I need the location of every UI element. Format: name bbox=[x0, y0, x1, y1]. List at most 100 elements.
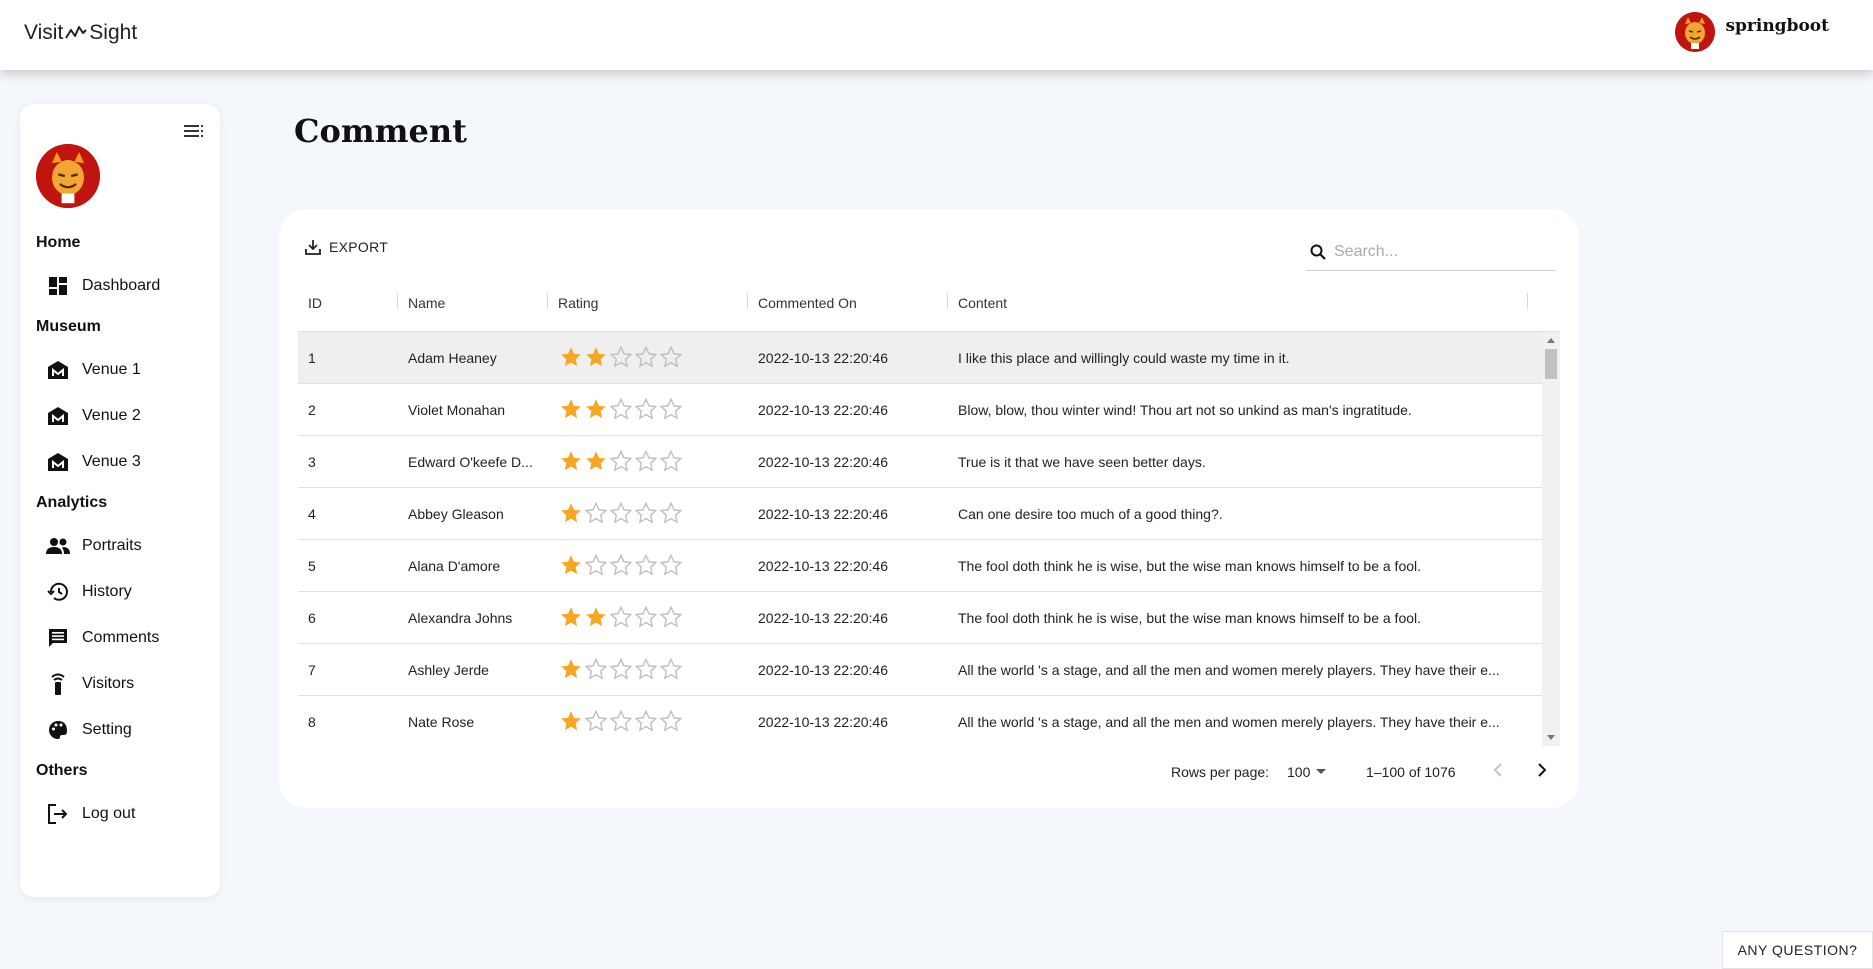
brand-logo[interactable]: Visit Sight bbox=[24, 21, 137, 45]
column-header-rating[interactable]: Rating bbox=[558, 295, 598, 311]
star-empty-icon[interactable] bbox=[609, 554, 633, 576]
rating-stars[interactable] bbox=[559, 450, 683, 472]
table-row[interactable]: 4 Abbey Gleason 2022-10-13 22:20:46 Can one… bbox=[298, 488, 1542, 540]
rating-stars[interactable] bbox=[559, 710, 683, 732]
avatar[interactable] bbox=[1675, 12, 1716, 52]
star-empty-icon[interactable] bbox=[659, 658, 683, 680]
export-button[interactable]: EXPORT bbox=[305, 239, 388, 255]
column-header-content[interactable]: Content bbox=[958, 295, 1007, 311]
sidebar-item-label: Comments bbox=[82, 629, 160, 646]
star-filled-icon[interactable] bbox=[559, 346, 583, 368]
star-empty-icon[interactable] bbox=[584, 502, 608, 524]
column-separator[interactable] bbox=[947, 293, 948, 309]
column-separator[interactable] bbox=[1527, 293, 1528, 309]
column-separator[interactable] bbox=[397, 293, 398, 309]
sidebar-item-logout[interactable]: Log out bbox=[46, 802, 135, 826]
user-menu[interactable]: springboot bbox=[1675, 12, 1829, 52]
previous-page-button[interactable] bbox=[1489, 760, 1509, 783]
sidebar-item-dashboard[interactable]: Dashboard bbox=[46, 274, 160, 298]
star-empty-icon[interactable] bbox=[634, 346, 658, 368]
star-filled-icon[interactable] bbox=[584, 398, 608, 420]
any-question-button[interactable]: ANY QUESTION? bbox=[1722, 931, 1873, 969]
vertical-scrollbar[interactable] bbox=[1542, 332, 1560, 746]
table-row[interactable]: 3 Edward O'keefe D... 2022-10-13 22:20:46 T… bbox=[298, 436, 1542, 488]
column-header-id[interactable]: ID bbox=[308, 295, 322, 311]
star-empty-icon[interactable] bbox=[659, 346, 683, 368]
star-empty-icon[interactable] bbox=[659, 606, 683, 628]
star-empty-icon[interactable] bbox=[634, 658, 658, 680]
star-filled-icon[interactable] bbox=[559, 502, 583, 524]
table-row[interactable]: 6 Alexandra Johns 2022-10-13 22:20:46 The f… bbox=[298, 592, 1542, 644]
column-separator[interactable] bbox=[747, 293, 748, 309]
star-filled-icon[interactable] bbox=[559, 398, 583, 420]
sidebar-item-comments[interactable]: Comments bbox=[46, 626, 159, 650]
search-input[interactable] bbox=[1334, 242, 1534, 261]
rating-stars[interactable] bbox=[559, 346, 683, 368]
star-filled-icon[interactable] bbox=[559, 710, 583, 732]
star-empty-icon[interactable] bbox=[659, 554, 683, 576]
star-empty-icon[interactable] bbox=[634, 554, 658, 576]
sidebar-item-label: History bbox=[82, 583, 132, 600]
star-empty-icon[interactable] bbox=[634, 606, 658, 628]
star-empty-icon[interactable] bbox=[634, 502, 658, 524]
star-filled-icon[interactable] bbox=[584, 606, 608, 628]
column-header-commented-on[interactable]: Commented On bbox=[758, 295, 857, 311]
star-empty-icon[interactable] bbox=[584, 710, 608, 732]
column-header-name[interactable]: Name bbox=[408, 295, 445, 311]
star-empty-icon[interactable] bbox=[634, 398, 658, 420]
star-empty-icon[interactable] bbox=[659, 398, 683, 420]
star-empty-icon[interactable] bbox=[609, 658, 633, 680]
table-row[interactable]: 2 Violet Monahan 2022-10-13 22:20:46 Blow, … bbox=[298, 384, 1542, 436]
sidebar: Home Dashboard Museum Venue 1 Venue 2 Ve… bbox=[20, 104, 220, 897]
next-page-button[interactable] bbox=[1531, 760, 1551, 783]
star-empty-icon[interactable] bbox=[584, 554, 608, 576]
star-filled-icon[interactable] bbox=[559, 658, 583, 680]
search-field[interactable] bbox=[1306, 233, 1556, 271]
star-empty-icon[interactable] bbox=[634, 450, 658, 472]
star-filled-icon[interactable] bbox=[559, 450, 583, 472]
cell-id: 2 bbox=[308, 402, 316, 418]
table-row[interactable]: 7 Ashley Jerde 2022-10-13 22:20:46 All the … bbox=[298, 644, 1542, 696]
star-empty-icon[interactable] bbox=[609, 398, 633, 420]
scroll-down-arrow-icon[interactable] bbox=[1547, 735, 1555, 740]
table-row[interactable]: 8 Nate Rose 2022-10-13 22:20:46 All the wor… bbox=[298, 696, 1542, 746]
star-filled-icon[interactable] bbox=[584, 346, 608, 368]
sidebar-item-venue-2[interactable]: Venue 2 bbox=[46, 404, 141, 428]
star-filled-icon[interactable] bbox=[584, 450, 608, 472]
star-empty-icon[interactable] bbox=[609, 606, 633, 628]
sidebar-item-setting[interactable]: Setting bbox=[46, 718, 132, 742]
rating-stars[interactable] bbox=[559, 502, 683, 524]
rating-stars[interactable] bbox=[559, 658, 683, 680]
sidebar-item-venue-3[interactable]: Venue 3 bbox=[46, 450, 141, 474]
star-empty-icon[interactable] bbox=[634, 710, 658, 732]
star-empty-icon[interactable] bbox=[609, 346, 633, 368]
sidebar-avatar[interactable] bbox=[36, 144, 100, 208]
star-empty-icon[interactable] bbox=[609, 502, 633, 524]
star-empty-icon[interactable] bbox=[584, 658, 608, 680]
column-separator[interactable] bbox=[547, 293, 548, 309]
sidebar-item-venue-1[interactable]: Venue 1 bbox=[46, 358, 141, 382]
menu-collapse-icon[interactable] bbox=[184, 124, 204, 143]
scroll-up-arrow-icon[interactable] bbox=[1547, 338, 1555, 343]
rows-per-page-select[interactable]: 100 bbox=[1287, 764, 1327, 780]
table-row[interactable]: 1 Adam Heaney 2022-10-13 22:20:46 I like th… bbox=[298, 332, 1542, 384]
star-empty-icon[interactable] bbox=[609, 450, 633, 472]
rating-stars[interactable] bbox=[559, 606, 683, 628]
sidebar-item-portraits[interactable]: Portraits bbox=[46, 534, 142, 558]
cell-id: 8 bbox=[308, 714, 316, 730]
rating-stars[interactable] bbox=[559, 554, 683, 576]
username[interactable]: springboot bbox=[1725, 16, 1829, 36]
star-empty-icon[interactable] bbox=[659, 502, 683, 524]
star-empty-icon[interactable] bbox=[659, 450, 683, 472]
table-row[interactable]: 5 Alana D'amore 2022-10-13 22:20:46 The foo… bbox=[298, 540, 1542, 592]
rating-stars[interactable] bbox=[559, 398, 683, 420]
star-filled-icon[interactable] bbox=[559, 606, 583, 628]
star-empty-icon[interactable] bbox=[609, 710, 633, 732]
sidebar-item-history[interactable]: History bbox=[46, 580, 132, 604]
sidebar-item-label: Setting bbox=[82, 721, 132, 738]
star-empty-icon[interactable] bbox=[659, 710, 683, 732]
sidebar-item-visitors[interactable]: Visitors bbox=[46, 672, 134, 696]
star-filled-icon[interactable] bbox=[559, 554, 583, 576]
comment-icon bbox=[46, 626, 70, 650]
scroll-thumb[interactable] bbox=[1545, 349, 1557, 379]
